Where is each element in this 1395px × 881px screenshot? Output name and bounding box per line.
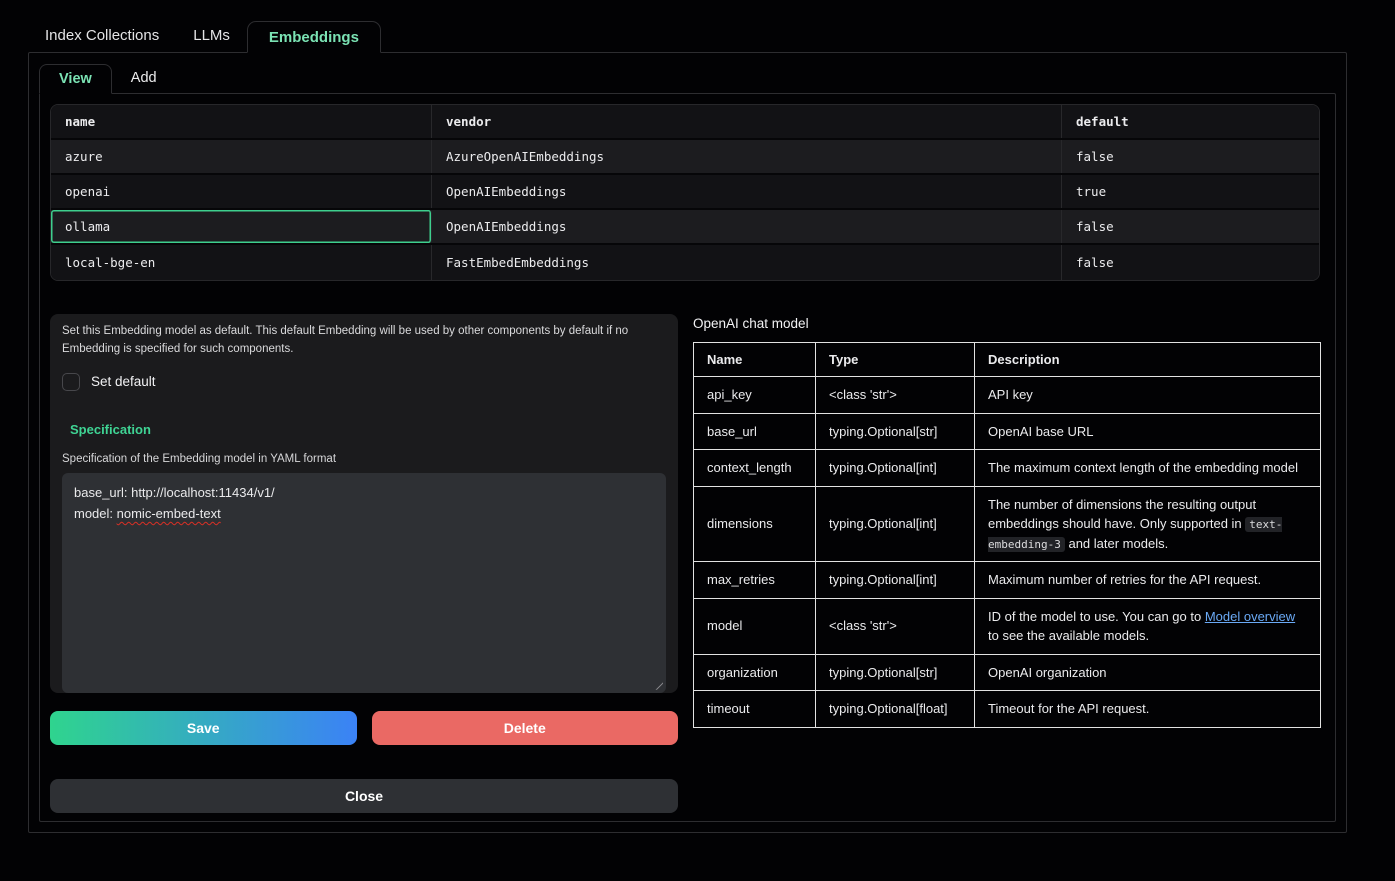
cell-default[interactable]: false bbox=[1062, 210, 1319, 243]
column-header-name: name bbox=[51, 105, 432, 138]
set-default-checkbox[interactable] bbox=[62, 373, 80, 391]
table-row[interactable]: ollamaOpenAIEmbeddingsfalse bbox=[51, 210, 1319, 245]
cell-vendor[interactable]: FastEmbedEmbeddings bbox=[432, 245, 1062, 280]
doc-row: max_retriestyping.Optional[int]Maximum n… bbox=[694, 562, 1321, 599]
doc-cell-name: dimensions bbox=[694, 486, 816, 562]
doc-cell-name: context_length bbox=[694, 450, 816, 487]
doc-cell-description: API key bbox=[975, 377, 1321, 414]
cell-name[interactable]: ollama bbox=[51, 210, 432, 243]
specification-heading: Specification bbox=[70, 422, 666, 437]
default-description: Set this Embedding model as default. Thi… bbox=[62, 322, 664, 359]
tab-view[interactable]: View bbox=[39, 64, 112, 94]
cell-default[interactable]: false bbox=[1062, 140, 1319, 173]
detail-area: Set this Embedding model as default. Thi… bbox=[50, 314, 1325, 813]
top-tab-bar: Index Collections LLMs Embeddings bbox=[0, 0, 1395, 52]
action-row: Save Delete bbox=[50, 711, 678, 745]
doc-row: model<class 'str'>ID of the model to use… bbox=[694, 598, 1321, 654]
embeddings-table: namevendordefaultazureAzureOpenAIEmbeddi… bbox=[50, 104, 1320, 281]
doc-cell-description: Timeout for the API request. bbox=[975, 691, 1321, 728]
delete-button[interactable]: Delete bbox=[372, 711, 679, 745]
doc-cell-name: organization bbox=[694, 654, 816, 691]
detail-right-column: OpenAI chat model NameTypeDescription ap… bbox=[693, 314, 1321, 813]
cell-vendor[interactable]: AzureOpenAIEmbeddings bbox=[432, 140, 1062, 173]
table-row[interactable]: local-bge-enFastEmbedEmbeddingsfalse bbox=[51, 245, 1319, 280]
inline-code: text-embedding-3 bbox=[988, 517, 1282, 552]
doc-cell-description: OpenAI organization bbox=[975, 654, 1321, 691]
doc-cell-type: typing.Optional[str] bbox=[816, 654, 975, 691]
close-row: Close bbox=[50, 779, 678, 813]
model-overview-link[interactable]: Model overview bbox=[1205, 609, 1295, 624]
doc-row: organizationtyping.Optional[str]OpenAI o… bbox=[694, 654, 1321, 691]
cell-name[interactable]: openai bbox=[51, 175, 432, 208]
doc-column-header-type: Type bbox=[816, 343, 975, 377]
detail-left-column: Set this Embedding model as default. Thi… bbox=[50, 314, 678, 813]
cell-vendor[interactable]: OpenAIEmbeddings bbox=[432, 210, 1062, 243]
view-panel: namevendordefaultazureAzureOpenAIEmbeddi… bbox=[39, 93, 1336, 822]
doc-cell-type: <class 'str'> bbox=[816, 377, 975, 414]
set-default-row[interactable]: Set default bbox=[62, 370, 666, 394]
doc-cell-description: ID of the model to use. You can go to Mo… bbox=[975, 598, 1321, 654]
doc-cell-description: OpenAI base URL bbox=[975, 413, 1321, 450]
app-root: { "colors": { "accent_green": "#7be3b4",… bbox=[0, 0, 1395, 881]
doc-row: dimensionstyping.Optional[int]The number… bbox=[694, 486, 1321, 562]
table-header-row: namevendordefault bbox=[51, 105, 1319, 140]
doc-cell-type: <class 'str'> bbox=[816, 598, 975, 654]
save-button[interactable]: Save bbox=[50, 711, 357, 745]
doc-row: context_lengthtyping.Optional[int]The ma… bbox=[694, 450, 1321, 487]
tab-add[interactable]: Add bbox=[112, 63, 176, 93]
sub-tab-bar: View Add bbox=[39, 63, 1336, 93]
doc-cell-type: typing.Optional[int] bbox=[816, 486, 975, 562]
doc-cell-name: base_url bbox=[694, 413, 816, 450]
doc-row: api_key<class 'str'>API key bbox=[694, 377, 1321, 414]
tab-llms[interactable]: LLMs bbox=[176, 18, 247, 52]
doc-row: base_urltyping.Optional[str]OpenAI base … bbox=[694, 413, 1321, 450]
doc-cell-description: The maximum context length of the embedd… bbox=[975, 450, 1321, 487]
specification-subtitle: Specification of the Embedding model in … bbox=[62, 453, 666, 465]
model-doc-header: NameTypeDescription bbox=[694, 343, 1321, 377]
yaml-line: model: nomic-embed-text bbox=[74, 503, 654, 524]
cell-default[interactable]: false bbox=[1062, 245, 1319, 280]
doc-column-header-description: Description bbox=[975, 343, 1321, 377]
embeddings-panel: View Add namevendordefaultazureAzureOpen… bbox=[28, 52, 1347, 833]
tab-embeddings[interactable]: Embeddings bbox=[247, 21, 381, 53]
cell-name[interactable]: local-bge-en bbox=[51, 245, 432, 280]
model-doc-title: OpenAI chat model bbox=[693, 314, 1321, 331]
set-default-label: Set default bbox=[91, 374, 156, 389]
default-card: Set this Embedding model as default. Thi… bbox=[50, 314, 678, 693]
cell-vendor[interactable]: OpenAIEmbeddings bbox=[432, 175, 1062, 208]
doc-cell-name: timeout bbox=[694, 691, 816, 728]
cell-default[interactable]: true bbox=[1062, 175, 1319, 208]
close-button[interactable]: Close bbox=[50, 779, 678, 813]
table-row[interactable]: openaiOpenAIEmbeddingstrue bbox=[51, 175, 1319, 210]
doc-row: timeouttyping.Optional[float]Timeout for… bbox=[694, 691, 1321, 728]
yaml-editor[interactable]: base_url: http://localhost:11434/v1/mode… bbox=[62, 473, 666, 693]
doc-cell-type: typing.Optional[float] bbox=[816, 691, 975, 728]
doc-cell-description: Maximum number of retries for the API re… bbox=[975, 562, 1321, 599]
tab-index-collections[interactable]: Index Collections bbox=[28, 18, 176, 52]
misspelled-word: nomic-embed-text bbox=[117, 506, 221, 521]
doc-cell-description: The number of dimensions the resulting o… bbox=[975, 486, 1321, 562]
doc-cell-type: typing.Optional[str] bbox=[816, 413, 975, 450]
model-doc-table: NameTypeDescription api_key<class 'str'>… bbox=[693, 342, 1321, 728]
doc-cell-type: typing.Optional[int] bbox=[816, 450, 975, 487]
doc-cell-name: model bbox=[694, 598, 816, 654]
doc-cell-type: typing.Optional[int] bbox=[816, 562, 975, 599]
table-row[interactable]: azureAzureOpenAIEmbeddingsfalse bbox=[51, 140, 1319, 175]
doc-cell-name: api_key bbox=[694, 377, 816, 414]
column-header-vendor: vendor bbox=[432, 105, 1062, 138]
resize-handle-icon[interactable] bbox=[652, 679, 663, 690]
yaml-line: base_url: http://localhost:11434/v1/ bbox=[74, 482, 654, 503]
column-header-default: default bbox=[1062, 105, 1319, 138]
cell-name[interactable]: azure bbox=[51, 140, 432, 173]
doc-cell-name: max_retries bbox=[694, 562, 816, 599]
doc-column-header-name: Name bbox=[694, 343, 816, 377]
